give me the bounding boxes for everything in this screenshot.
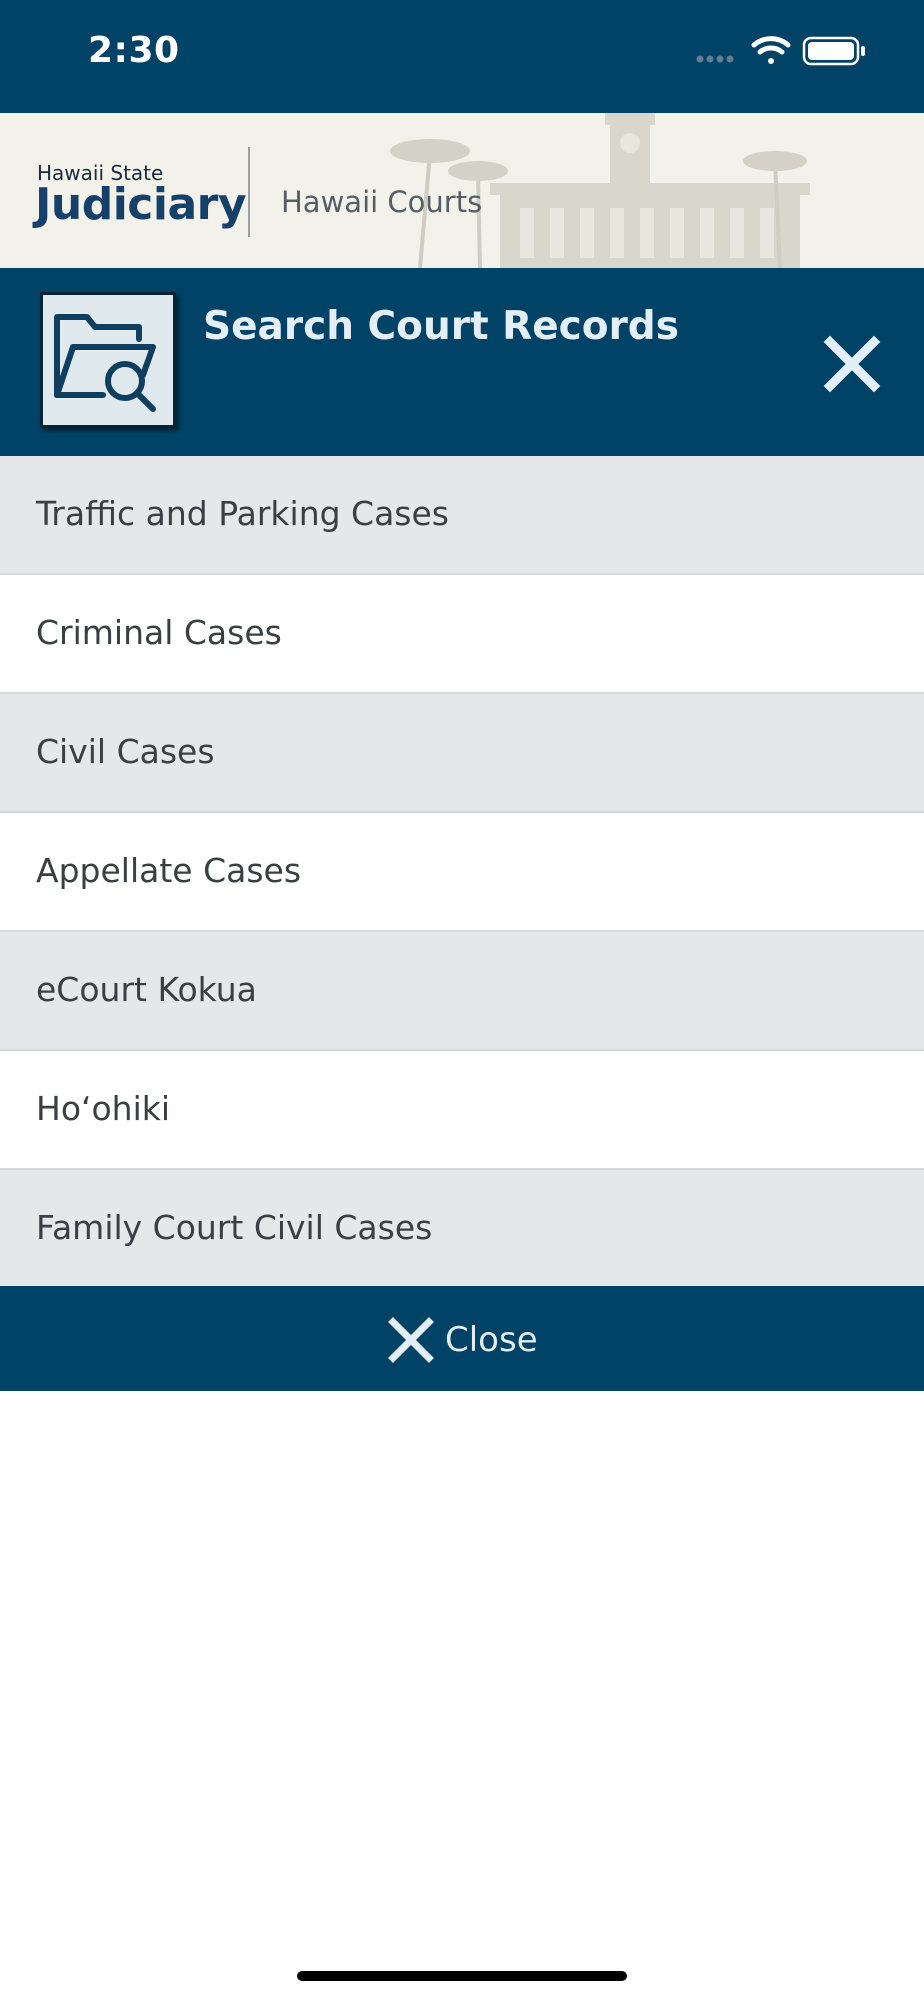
status-bar: 2:30 <box>0 0 924 113</box>
menu-item-traffic-and-parking[interactable]: Traffic and Parking Cases <box>0 456 924 575</box>
menu-item-label: Hoʻohiki <box>36 1089 171 1128</box>
menu-item-hoohiki[interactable]: Hoʻohiki <box>0 1051 924 1170</box>
judiciary-banner: Hawaii State Judiciary Hawaii Courts <box>0 113 924 268</box>
close-button-content: Close <box>387 1316 538 1364</box>
close-button[interactable]: Close <box>0 1286 924 1391</box>
menu-item-criminal-cases[interactable]: Criminal Cases <box>0 575 924 694</box>
menu-item-ecourt-kokua[interactable]: eCourt Kokua <box>0 932 924 1051</box>
search-court-records-header: Search Court Records <box>0 268 924 456</box>
signal-dots-icon <box>696 55 734 63</box>
close-button-label: Close <box>445 1320 538 1360</box>
logo-judiciary-text: Judiciary <box>35 179 247 230</box>
menu-item-label: Civil Cases <box>36 732 215 771</box>
status-icons <box>696 33 876 69</box>
home-indicator[interactable] <box>297 1971 627 1981</box>
menu-item-label: Criminal Cases <box>36 613 282 652</box>
menu-item-label: eCourt Kokua <box>36 970 257 1009</box>
page-title: Search Court Records <box>203 304 679 349</box>
wifi-icon <box>751 36 791 64</box>
logo-divider <box>248 147 250 237</box>
menu-item-family-court-civil-cases[interactable]: Family Court Civil Cases <box>0 1170 924 1289</box>
close-icon[interactable] <box>822 334 882 394</box>
menu-item-label: Appellate Cases <box>36 851 302 890</box>
close-icon <box>388 1317 434 1363</box>
menu-item-appellate-cases[interactable]: Appellate Cases <box>0 813 924 932</box>
hawaii-courts-text: Hawaii Courts <box>281 185 483 219</box>
battery-icon <box>802 36 865 66</box>
status-time: 2:30 <box>88 30 180 71</box>
folder-search-icon <box>40 292 176 428</box>
menu-item-label: Traffic and Parking Cases <box>36 494 449 533</box>
menu-item-civil-cases[interactable]: Civil Cases <box>0 694 924 813</box>
menu-item-label: Family Court Civil Cases <box>36 1208 433 1247</box>
court-records-menu: Traffic and Parking Cases Criminal Cases… <box>0 456 924 1289</box>
